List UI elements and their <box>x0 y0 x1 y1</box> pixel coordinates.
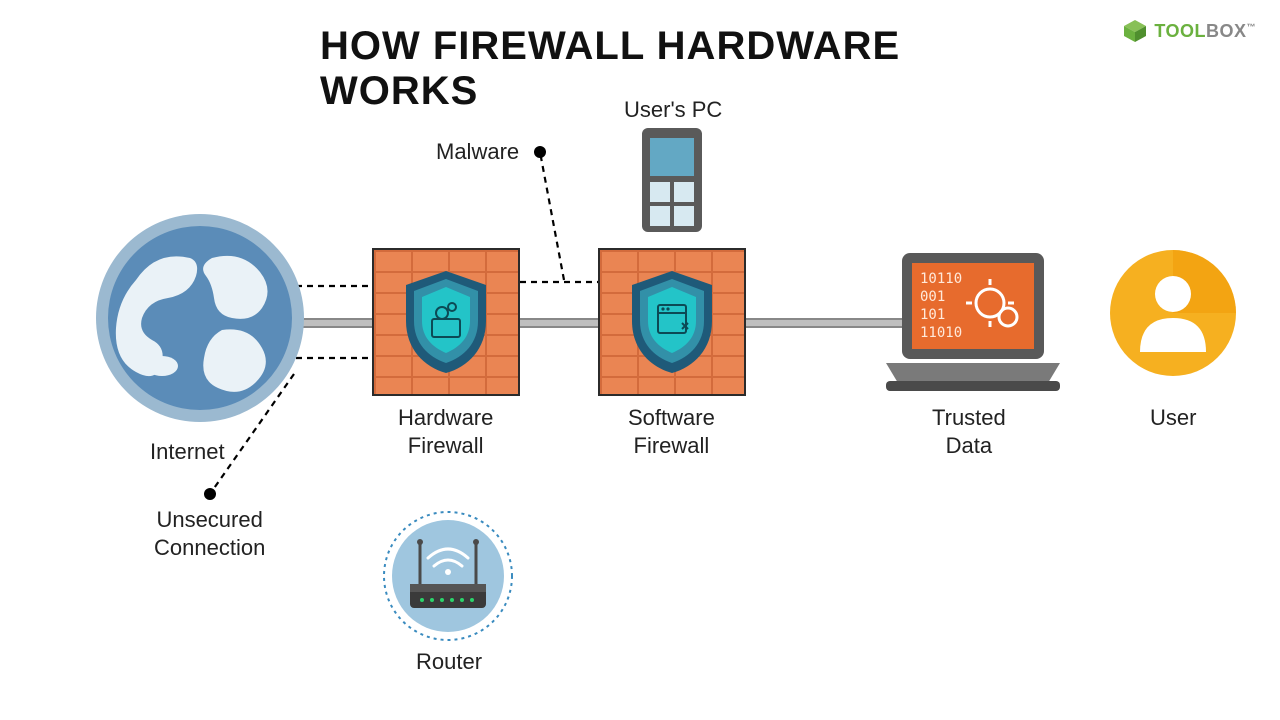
internet-icon <box>92 210 308 426</box>
user-icon <box>1108 248 1238 378</box>
brand-part2: BOX <box>1206 21 1247 41</box>
label-malware: Malware <box>436 138 519 166</box>
software-firewall-icon <box>598 248 746 396</box>
shield-icon <box>398 267 494 377</box>
dot-unsecured <box>204 488 216 500</box>
svg-text:101: 101 <box>920 307 945 323</box>
label-hardware-firewall: Hardware Firewall <box>398 404 493 459</box>
label-unsecured: Unsecured Connection <box>154 506 265 561</box>
label-user: User <box>1150 404 1196 432</box>
brand-logo: TOOLBOX™ <box>1122 18 1256 44</box>
flow-pipe <box>270 318 910 328</box>
brand-part1: TOOL <box>1154 21 1206 41</box>
brand-tm: ™ <box>1247 22 1257 32</box>
cube-icon <box>1122 18 1148 44</box>
label-router: Router <box>416 648 482 676</box>
hardware-firewall-icon <box>372 248 520 396</box>
binary-text: 10110 <box>920 271 962 287</box>
trusted-data-icon: 10110 001 101 11010 <box>880 243 1066 399</box>
label-internet: Internet <box>150 438 225 466</box>
user-pc-icon <box>640 126 704 234</box>
router-icon <box>380 508 516 644</box>
svg-text:11010: 11010 <box>920 325 962 341</box>
label-software-firewall: Software Firewall <box>628 404 715 459</box>
dot-malware <box>534 146 546 158</box>
label-trusted-data: Trusted Data <box>932 404 1006 459</box>
shield-icon <box>624 267 720 377</box>
svg-text:001: 001 <box>920 289 945 305</box>
brand-text: TOOLBOX™ <box>1154 21 1256 42</box>
label-user-pc: User's PC <box>624 96 722 124</box>
